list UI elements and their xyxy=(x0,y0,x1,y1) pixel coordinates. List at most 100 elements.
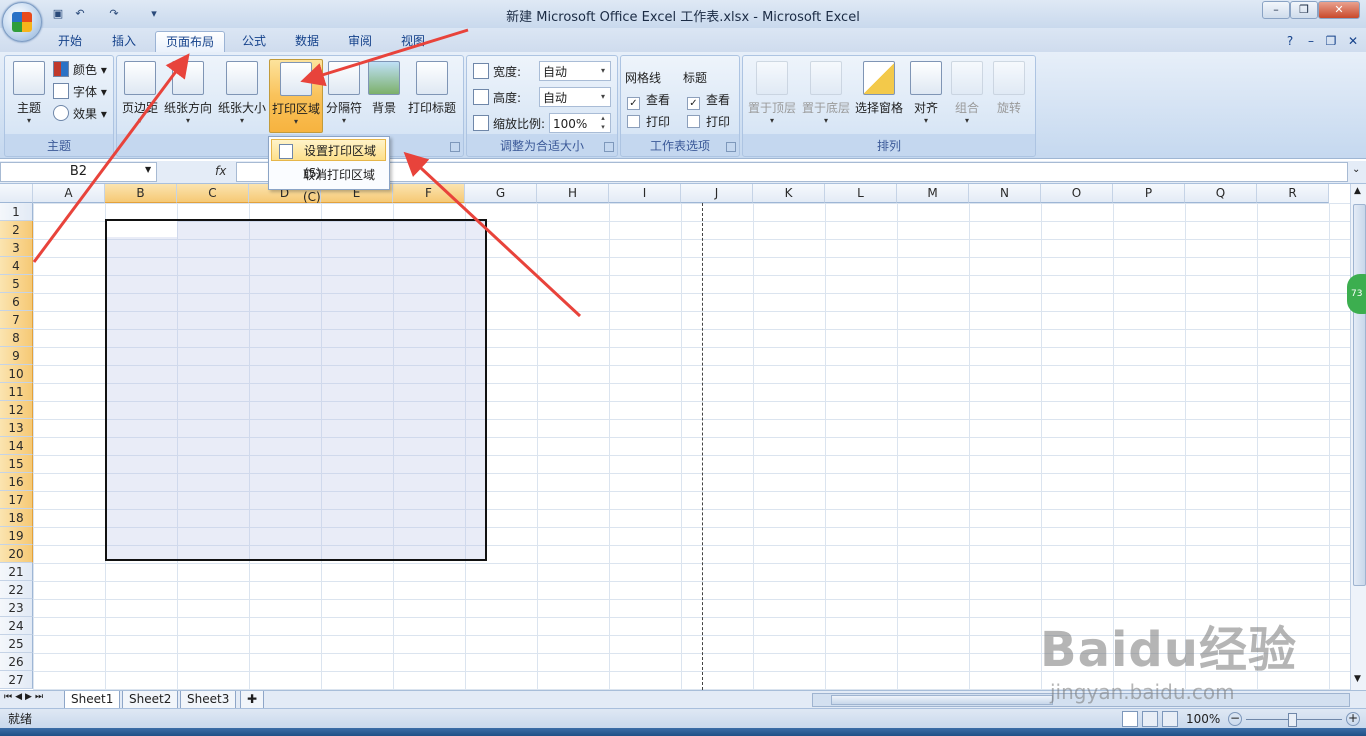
row-header-5[interactable]: 5 xyxy=(0,275,33,293)
scroll-down-icon[interactable]: ▼ xyxy=(1354,674,1361,684)
row-header-9[interactable]: 9 xyxy=(0,347,33,365)
breaks-button[interactable]: 分隔符 ▾ xyxy=(323,59,365,131)
fonts-button[interactable]: 字体 ▾ xyxy=(53,82,107,102)
column-header-r[interactable]: R xyxy=(1257,184,1329,203)
ribbon-restore-icon[interactable]: ❐ xyxy=(1324,31,1338,52)
insert-sheet-icon[interactable]: ✚ xyxy=(240,691,265,709)
headings-print-checkbox[interactable]: 打印 xyxy=(687,112,730,132)
column-header-h[interactable]: H xyxy=(537,184,609,203)
tab-review[interactable]: 审阅 xyxy=(340,31,380,52)
column-header-p[interactable]: P xyxy=(1113,184,1185,203)
row-header-1[interactable]: 1 xyxy=(0,203,33,221)
scroll-up-icon[interactable]: ▲ xyxy=(1354,186,1361,196)
page-layout-view-icon[interactable] xyxy=(1142,711,1158,727)
row-header-16[interactable]: 16 xyxy=(0,473,33,491)
ribbon-minimize-icon[interactable]: – xyxy=(1304,31,1318,52)
minimize-icon[interactable]: – xyxy=(1262,1,1290,19)
zoom-in-icon[interactable]: + xyxy=(1346,712,1360,726)
row-header-6[interactable]: 6 xyxy=(0,293,33,311)
column-header-m[interactable]: M xyxy=(897,184,969,203)
row-header-12[interactable]: 12 xyxy=(0,401,33,419)
send-to-back-button[interactable]: 置于底层 ▾ xyxy=(801,59,851,131)
formula-input[interactable] xyxy=(236,162,1348,182)
column-header-c[interactable]: C xyxy=(177,184,249,203)
rotate-button[interactable]: 旋转 xyxy=(991,59,1027,131)
headings-view-checkbox[interactable]: ✓ 查看 xyxy=(687,90,730,110)
help-icon[interactable]: ? xyxy=(1282,31,1298,52)
column-header-n[interactable]: N xyxy=(969,184,1041,203)
insert-function-icon[interactable]: fx xyxy=(215,164,226,178)
column-header-g[interactable]: G xyxy=(465,184,537,203)
orientation-button[interactable]: 纸张方向 ▾ xyxy=(163,59,213,131)
tab-data[interactable]: 数据 xyxy=(287,31,327,52)
column-header-o[interactable]: O xyxy=(1041,184,1113,203)
size-button[interactable]: 纸张大小 ▾ xyxy=(217,59,267,131)
row-header-17[interactable]: 17 xyxy=(0,491,33,509)
select-all-corner[interactable] xyxy=(0,184,33,203)
active-cell[interactable] xyxy=(107,221,177,237)
tab-formulas[interactable]: 公式 xyxy=(234,31,274,52)
ribbon-close-icon[interactable]: ✕ xyxy=(1346,31,1360,52)
dialog-launcher-icon[interactable] xyxy=(450,142,460,152)
row-header-8[interactable]: 8 xyxy=(0,329,33,347)
column-header-j[interactable]: J xyxy=(681,184,753,203)
tab-home[interactable]: 开始 xyxy=(50,31,90,52)
colors-button[interactable]: 颜色 ▾ xyxy=(53,60,107,80)
sheet-nav-icon[interactable]: ⏮◀▶⏭ xyxy=(4,692,46,702)
gridlines-view-checkbox[interactable]: ✓ 查看 xyxy=(627,90,670,110)
column-header-i[interactable]: I xyxy=(609,184,681,203)
row-header-25[interactable]: 25 xyxy=(0,635,33,653)
restore-icon[interactable]: ❐ xyxy=(1290,1,1318,19)
bring-to-front-button[interactable]: 置于顶层 ▾ xyxy=(747,59,797,131)
scroll-thumb[interactable] xyxy=(831,695,1053,705)
row-header-14[interactable]: 14 xyxy=(0,437,33,455)
vertical-scrollbar[interactable]: ▲ ▼ xyxy=(1350,184,1366,690)
row-header-18[interactable]: 18 xyxy=(0,509,33,527)
chevron-down-icon[interactable]: ▼ xyxy=(145,165,151,174)
office-button[interactable] xyxy=(2,2,42,42)
row-header-2[interactable]: 2 xyxy=(0,221,33,239)
expand-formula-icon[interactable]: ⌄ xyxy=(1352,164,1360,175)
row-header-20[interactable]: 20 xyxy=(0,545,33,563)
normal-view-icon[interactable] xyxy=(1122,711,1138,727)
row-header-23[interactable]: 23 xyxy=(0,599,33,617)
row-header-4[interactable]: 4 xyxy=(0,257,33,275)
align-button[interactable]: 对齐 ▾ xyxy=(909,59,943,131)
row-header-15[interactable]: 15 xyxy=(0,455,33,473)
column-header-f[interactable]: F xyxy=(393,184,465,203)
column-header-b[interactable]: B xyxy=(105,184,177,203)
column-header-a[interactable]: A xyxy=(33,184,105,203)
print-area-button[interactable]: 打印区域 ▾ xyxy=(269,59,323,133)
column-header-l[interactable]: L xyxy=(825,184,897,203)
row-header-27[interactable]: 27 xyxy=(0,671,33,689)
name-box[interactable]: B2 xyxy=(0,162,157,182)
zoom-slider-thumb[interactable] xyxy=(1288,713,1297,727)
height-select[interactable]: 自动 ▾ xyxy=(539,87,611,107)
background-button[interactable]: 背景 xyxy=(367,59,401,131)
row-header-24[interactable]: 24 xyxy=(0,617,33,635)
row-header-10[interactable]: 10 xyxy=(0,365,33,383)
row-header-11[interactable]: 11 xyxy=(0,383,33,401)
close-icon[interactable]: ✕ xyxy=(1318,1,1360,19)
width-select[interactable]: 自动 ▾ xyxy=(539,61,611,81)
selection-pane-button[interactable]: 选择窗格 xyxy=(853,59,905,131)
sheet-tab-2[interactable]: Sheet2 xyxy=(122,691,179,709)
page-break-view-icon[interactable] xyxy=(1162,711,1178,727)
print-titles-button[interactable]: 打印标题 xyxy=(405,59,459,131)
row-header-19[interactable]: 19 xyxy=(0,527,33,545)
tab-view[interactable]: 视图 xyxy=(393,31,433,52)
scroll-thumb[interactable] xyxy=(1353,204,1366,586)
zoom-level[interactable]: 100% xyxy=(1186,709,1220,729)
zoom-out-icon[interactable]: − xyxy=(1228,712,1242,726)
row-header-21[interactable]: 21 xyxy=(0,563,33,581)
row-header-7[interactable]: 7 xyxy=(0,311,33,329)
row-header-22[interactable]: 22 xyxy=(0,581,33,599)
row-header-3[interactable]: 3 xyxy=(0,239,33,257)
sheet-tab-3[interactable]: Sheet3 xyxy=(180,691,237,709)
column-header-k[interactable]: K xyxy=(753,184,825,203)
set-print-area-item[interactable]: 设置打印区域(S) xyxy=(271,139,386,180)
dialog-launcher-icon[interactable] xyxy=(726,142,736,152)
effects-button[interactable]: 效果 ▾ xyxy=(53,104,107,124)
side-badge[interactable]: 73 xyxy=(1347,274,1366,314)
tab-page-layout[interactable]: 页面布局 xyxy=(155,31,225,53)
